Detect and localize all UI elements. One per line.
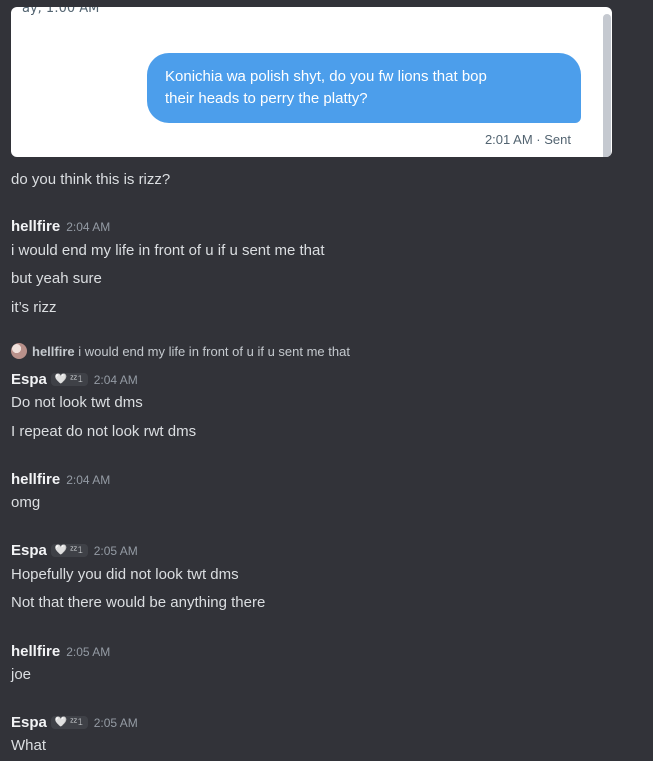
- username[interactable]: hellfire: [11, 643, 60, 660]
- message-line: do you think this is rizz?: [11, 171, 171, 188]
- reply-text: i would end my life in front of u if u s…: [78, 344, 350, 359]
- message-line: I repeat do not look rwt dms: [11, 423, 197, 440]
- message-line: Do not look twt dms: [11, 394, 143, 411]
- reply-preview[interactable]: hellfire i would end my life in front of…: [11, 343, 350, 359]
- message-header: hellfire 2:05 AM: [11, 643, 110, 660]
- message-line: it’s rizz: [11, 299, 57, 316]
- message-line: joe: [11, 666, 32, 683]
- username[interactable]: hellfire: [11, 471, 60, 488]
- tweet-dm-screenshot-embed[interactable]: ay, 1:00 AM Konichia wa polish shyt, do …: [11, 7, 612, 157]
- sent-separator: ·: [536, 132, 541, 147]
- message-time: 2:05 AM: [66, 645, 111, 659]
- user-badge: 🤍 ᶻᶻ𝟷: [50, 716, 88, 729]
- sent-message-bubble: Konichia wa polish shyt, do you fw lions…: [147, 53, 581, 123]
- message-header: hellfire 2:04 AM: [11, 218, 110, 235]
- message-time: 2:04 AM: [66, 220, 111, 234]
- sent-status: 2:01 AM · Sent: [485, 132, 571, 147]
- embed-timestamp: ay, 1:00 AM: [22, 7, 100, 16]
- user-badge: 🤍 ᶻᶻ𝟷: [50, 373, 88, 386]
- message-line: What: [11, 737, 47, 754]
- message-line: Hopefully you did not look twt dms: [11, 566, 239, 583]
- username[interactable]: Espa: [11, 371, 47, 388]
- message-time: 2:04 AM: [66, 473, 111, 487]
- message-line: Not that there would be anything there: [11, 594, 266, 611]
- sent-label: Sent: [544, 132, 571, 147]
- message-header: Espa 🤍 ᶻᶻ𝟷 2:04 AM: [11, 371, 138, 388]
- bubble-line: Konichia wa polish shyt, do you fw lions…: [165, 68, 487, 85]
- sent-time: 2:01 AM: [484, 132, 533, 147]
- embed-scrollbar[interactable]: [603, 14, 611, 157]
- message-header: hellfire 2:04 AM: [11, 471, 110, 488]
- message-header: Espa 🤍 ᶻᶻ𝟷 2:05 AM: [11, 714, 138, 731]
- message-line: i would end my life in front of u if u s…: [11, 242, 325, 259]
- message-line: but yeah sure: [11, 270, 102, 287]
- message-time: 2:05 AM: [93, 544, 138, 558]
- user-badge: 🤍 ᶻᶻ𝟷: [50, 544, 88, 557]
- message-time: 2:05 AM: [93, 716, 138, 730]
- reply-username: hellfire: [32, 344, 75, 359]
- username[interactable]: Espa: [11, 714, 47, 731]
- message-time: 2:04 AM: [93, 373, 138, 387]
- message-header: Espa 🤍 ᶻᶻ𝟷 2:05 AM: [11, 542, 138, 559]
- reply-avatar: [11, 343, 27, 359]
- message-line: omg: [11, 494, 41, 511]
- username[interactable]: Espa: [11, 542, 47, 559]
- bubble-line: their heads to perry the platty?: [165, 90, 368, 107]
- username[interactable]: hellfire: [11, 218, 60, 235]
